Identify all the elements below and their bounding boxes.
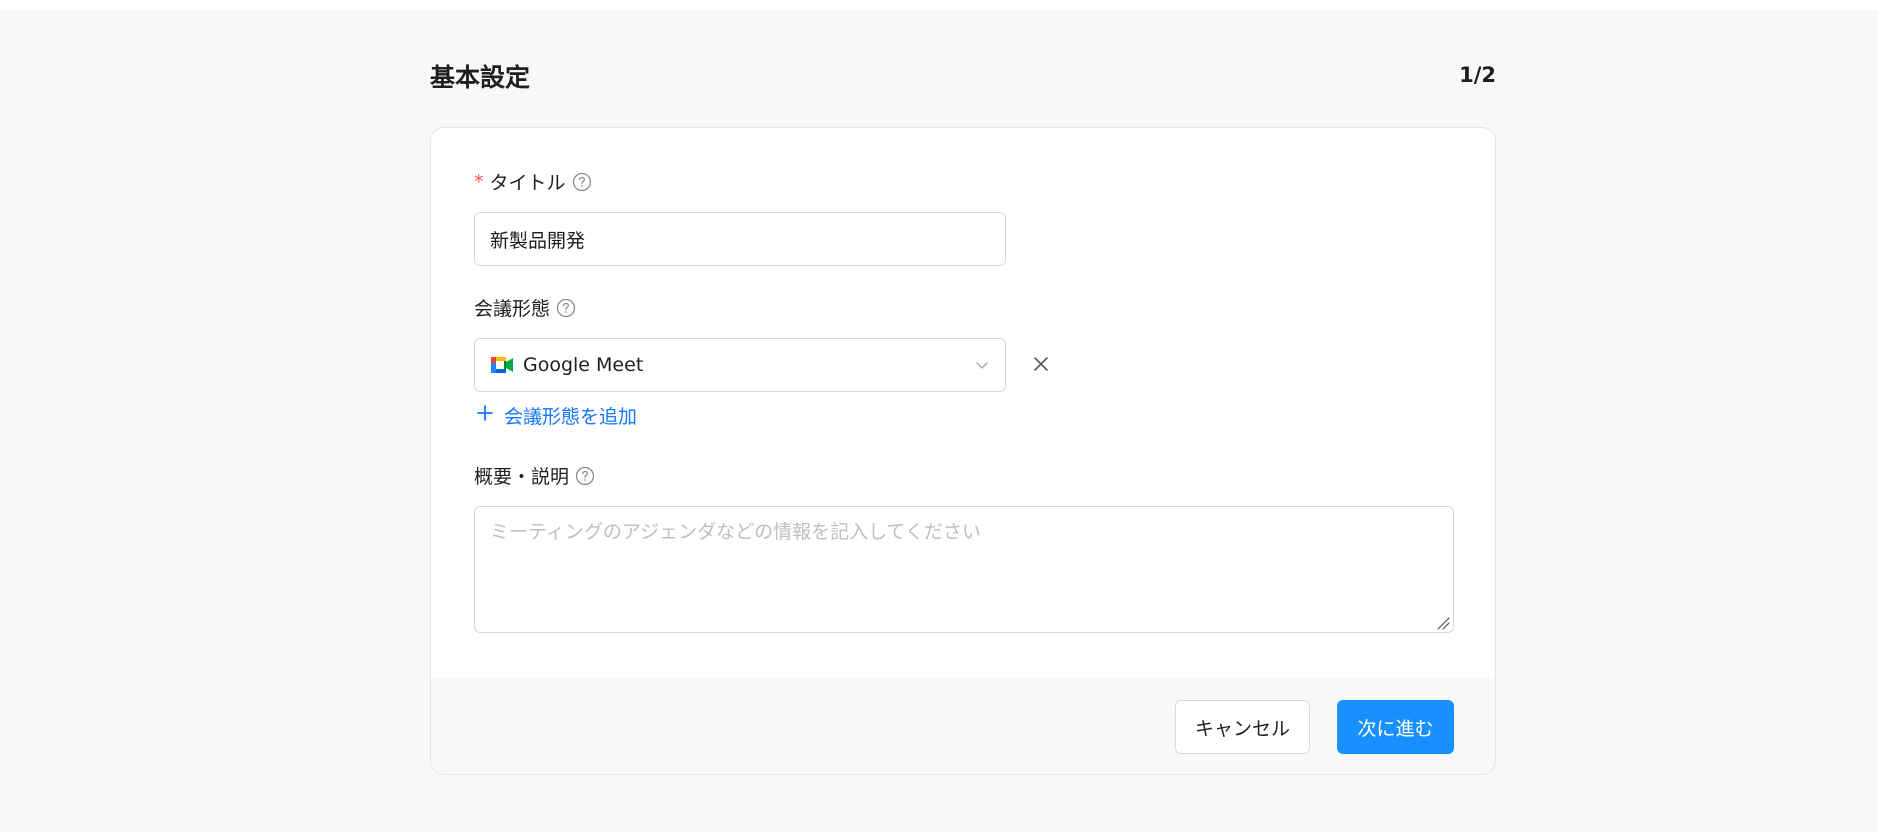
question-circle-icon[interactable] [575,466,595,486]
description-label-row: 概要・説明 [474,462,595,489]
required-mark: * [474,170,484,193]
meeting-type-select[interactable]: Google Meet [474,338,1006,392]
title-input[interactable] [474,212,1006,266]
page-header: 基本設定 1/2 [430,54,1496,94]
step-indicator: 1/2 [1459,63,1496,87]
card-footer: キャンセル 次に進む [431,679,1495,774]
resize-handle-icon[interactable] [1436,615,1450,630]
google-meet-icon [490,355,514,375]
plus-icon [476,404,494,427]
remove-meeting-type-button[interactable] [1028,352,1054,378]
meeting-type-label-text: 会議形態 [474,298,551,320]
next-button[interactable]: 次に進む [1337,700,1454,754]
settings-card: * タイトル 会議形態 [430,127,1496,775]
meeting-type-field-label: 会議形態 [474,294,576,321]
question-circle-icon[interactable] [556,298,576,318]
chevron-down-icon [974,357,990,373]
top-bar [0,0,1878,10]
question-circle-icon[interactable] [572,172,592,192]
add-meeting-type-button[interactable]: 会議形態を追加 [476,400,637,430]
cancel-button[interactable]: キャンセル [1175,700,1310,754]
close-icon [1032,355,1050,376]
title-field-label: * タイトル [474,168,592,195]
add-meeting-type-label: 会議形態を追加 [504,405,638,428]
meeting-type-selected-value: Google Meet [523,354,644,376]
title-label-text: タイトル [489,172,566,194]
page-title: 基本設定 [430,63,531,92]
description-label-text: 概要・説明 [474,466,570,488]
description-textarea[interactable] [474,506,1454,633]
